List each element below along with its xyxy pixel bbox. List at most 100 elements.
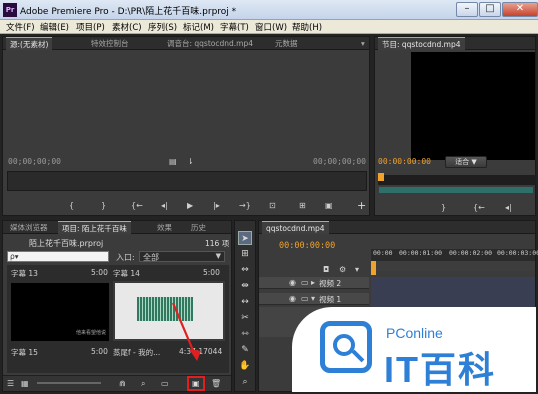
source-timecode-out: 00;00;00;00 [313, 157, 366, 166]
item-name: 字幕 13 [11, 269, 38, 278]
export-frame-icon[interactable]: ▣ [325, 201, 333, 211]
playhead-marker[interactable] [378, 173, 384, 181]
menu-window[interactable]: 窗口(W) [255, 21, 287, 33]
tab-audio-mixer[interactable]: 调音台: qqstocdnd.mp4 [163, 37, 257, 50]
tab-effects[interactable]: 效果 [153, 221, 176, 234]
annotation-arrow [171, 302, 201, 361]
play-icon[interactable]: ▶ [187, 201, 193, 211]
go-to-in-icon[interactable]: {← [473, 203, 485, 213]
keyframe-icon[interactable]: ▾ [355, 265, 359, 275]
in-value: 全部 [143, 253, 159, 262]
eye-icon[interactable]: ◉ [289, 278, 296, 288]
delete-icon[interactable]: 🗑 [211, 379, 221, 389]
tab-program[interactable]: 节目: qqstocdnd.mp4 [378, 37, 465, 50]
source-timeline-bar[interactable] [7, 171, 367, 191]
search-input[interactable]: ρ▾ [7, 251, 109, 262]
window-title: Adobe Premiere Pro - D:\PR\陌上花千百味.prproj… [20, 7, 237, 17]
step-back-icon[interactable]: ◂| [505, 203, 512, 213]
automate-icon[interactable]: ⋒ [119, 379, 126, 389]
list-view-icon[interactable]: ☰ [7, 379, 14, 389]
in-dropdown[interactable]: 全部 ▼ [139, 251, 225, 262]
add-button[interactable]: + [357, 199, 366, 212]
magnifier-handle [351, 349, 365, 363]
menu-clip[interactable]: 素材(C) [112, 21, 142, 33]
folder-icon[interactable]: ▭ [161, 379, 169, 389]
program-work-area-bar[interactable] [379, 187, 533, 193]
chevron-right-icon[interactable]: ▸ [311, 278, 315, 288]
ruler-tick: 00:00 [373, 249, 393, 257]
mark-out-icon[interactable]: } [101, 201, 106, 211]
maximize-button[interactable]: □ [479, 2, 501, 17]
timeline-timecode: 00:00:00:00 [279, 241, 336, 251]
go-to-out-icon[interactable]: →} [239, 201, 251, 211]
search-bins-icon[interactable]: ⌕ [141, 379, 145, 389]
menu-project[interactable]: 项目(P) [76, 21, 105, 33]
tab-media-browser[interactable]: 媒体浏览器 [6, 221, 52, 234]
eye-icon[interactable]: ◉ [289, 294, 296, 304]
slip-icon[interactable]: ⇿ [238, 327, 252, 341]
project-bottom-toolbar: ☰ ▦ ⋒ ⌕ ▭ ▣ 🗑 [3, 375, 231, 391]
selection-tool-icon[interactable]: ➤ [238, 231, 252, 245]
marker-icon[interactable]: ⚙ [339, 265, 346, 275]
track-header-video1[interactable]: ◉ ▭ ▾ 视频 1 [259, 293, 369, 305]
lock-icon[interactable]: ▭ [301, 294, 309, 304]
step-back-icon[interactable]: ◂| [161, 201, 168, 211]
rolling-edit-icon[interactable]: ⇹ [238, 279, 252, 293]
program-tabstrip: 节目: qqstocdnd.mp4 [375, 37, 535, 50]
tab-source[interactable]: 源:(无素材) [6, 37, 53, 50]
menu-edit[interactable]: 编辑(E) [40, 21, 69, 33]
pen-icon[interactable]: ✎ [238, 343, 252, 357]
program-timeline-bar[interactable] [378, 175, 536, 185]
ruler-tick: 00:00:02:00 [449, 249, 493, 257]
item-duration: 5:00 [91, 268, 108, 277]
new-item-button[interactable]: ▣ [187, 376, 205, 391]
timeline-playhead[interactable] [371, 261, 376, 275]
minimize-button[interactable]: – [456, 2, 478, 17]
chevron-down-icon[interactable]: ▾ [311, 294, 315, 304]
icon-view-icon[interactable]: ▦ [21, 379, 29, 389]
hand-icon[interactable]: ✋ [238, 359, 252, 373]
menu-title[interactable]: 字幕(T) [220, 21, 249, 33]
panel-menu-icon[interactable]: ▾ [357, 37, 369, 50]
source-video-area [5, 52, 367, 157]
lock-icon[interactable]: ▭ [301, 278, 309, 288]
menu-sequence[interactable]: 序列(S) [148, 21, 177, 33]
menu-help[interactable]: 帮助(H) [292, 21, 322, 33]
menu-marker[interactable]: 标记(M) [183, 21, 214, 33]
time-ruler[interactable]: 00:00 00:00:01:00 00:00:02:00 00:00:03:0… [371, 249, 538, 261]
go-to-in-icon[interactable]: {← [131, 201, 143, 211]
menu-bar: 文件(F) 编辑(E) 项目(P) 素材(C) 序列(S) 标记(M) 字幕(T… [0, 20, 538, 34]
insert-icon[interactable]: ▤ [169, 157, 177, 167]
clip-thumbnail-title13[interactable]: 他来看望他说 [11, 283, 109, 341]
work-area-bar[interactable] [371, 261, 535, 271]
step-forward-icon[interactable]: |▸ [213, 201, 220, 211]
insert-clip-icon[interactable]: ⊡ [269, 201, 276, 211]
tab-project[interactable]: 项目: 陌上花千百味 [58, 221, 131, 234]
track-name: 视频 1 [319, 295, 342, 304]
close-button[interactable]: ✕ [502, 2, 538, 17]
fit-label: 适合 [455, 158, 470, 166]
menu-file[interactable]: 文件(F) [6, 21, 35, 33]
chevron-down-icon: ▼ [215, 252, 221, 260]
audio-icon[interactable]: ⇂ [187, 157, 194, 167]
razor-icon[interactable]: ✂ [238, 311, 252, 325]
track-header-video2[interactable]: ◉ ▭ ▸ 视频 2 [259, 277, 369, 289]
in-label: 入口: [116, 253, 135, 262]
zoom-icon[interactable]: ⌕ [238, 375, 252, 389]
tab-effect-controls[interactable]: 特效控制台 [87, 37, 133, 50]
tab-sequence[interactable]: qqstocdnd.mp4 [262, 221, 329, 234]
mark-in-icon[interactable]: { [69, 201, 74, 211]
mark-out-icon[interactable]: } [441, 203, 446, 213]
overwrite-clip-icon[interactable]: ⊞ [299, 201, 306, 211]
tab-history[interactable]: 历史 [187, 221, 210, 234]
snap-icon[interactable]: ◘ [323, 265, 329, 275]
rate-stretch-icon[interactable]: ↔ [238, 295, 252, 309]
track-select-icon[interactable]: ⊞ [238, 247, 252, 261]
project-panel: 媒体浏览器 项目: 陌上花千百味 效果 历史 陌上花千百味.prproj 116… [2, 220, 232, 392]
fit-zoom-dropdown[interactable]: 适合 ▼ [445, 156, 487, 168]
zoom-slider[interactable] [37, 382, 101, 384]
tab-metadata[interactable]: 元数据 [271, 37, 302, 50]
ripple-edit-icon[interactable]: ⇔ [238, 263, 252, 277]
ruler-tick: 00:00:03:00 [497, 249, 538, 257]
watermark-logo-text: IT百科 [384, 349, 496, 390]
